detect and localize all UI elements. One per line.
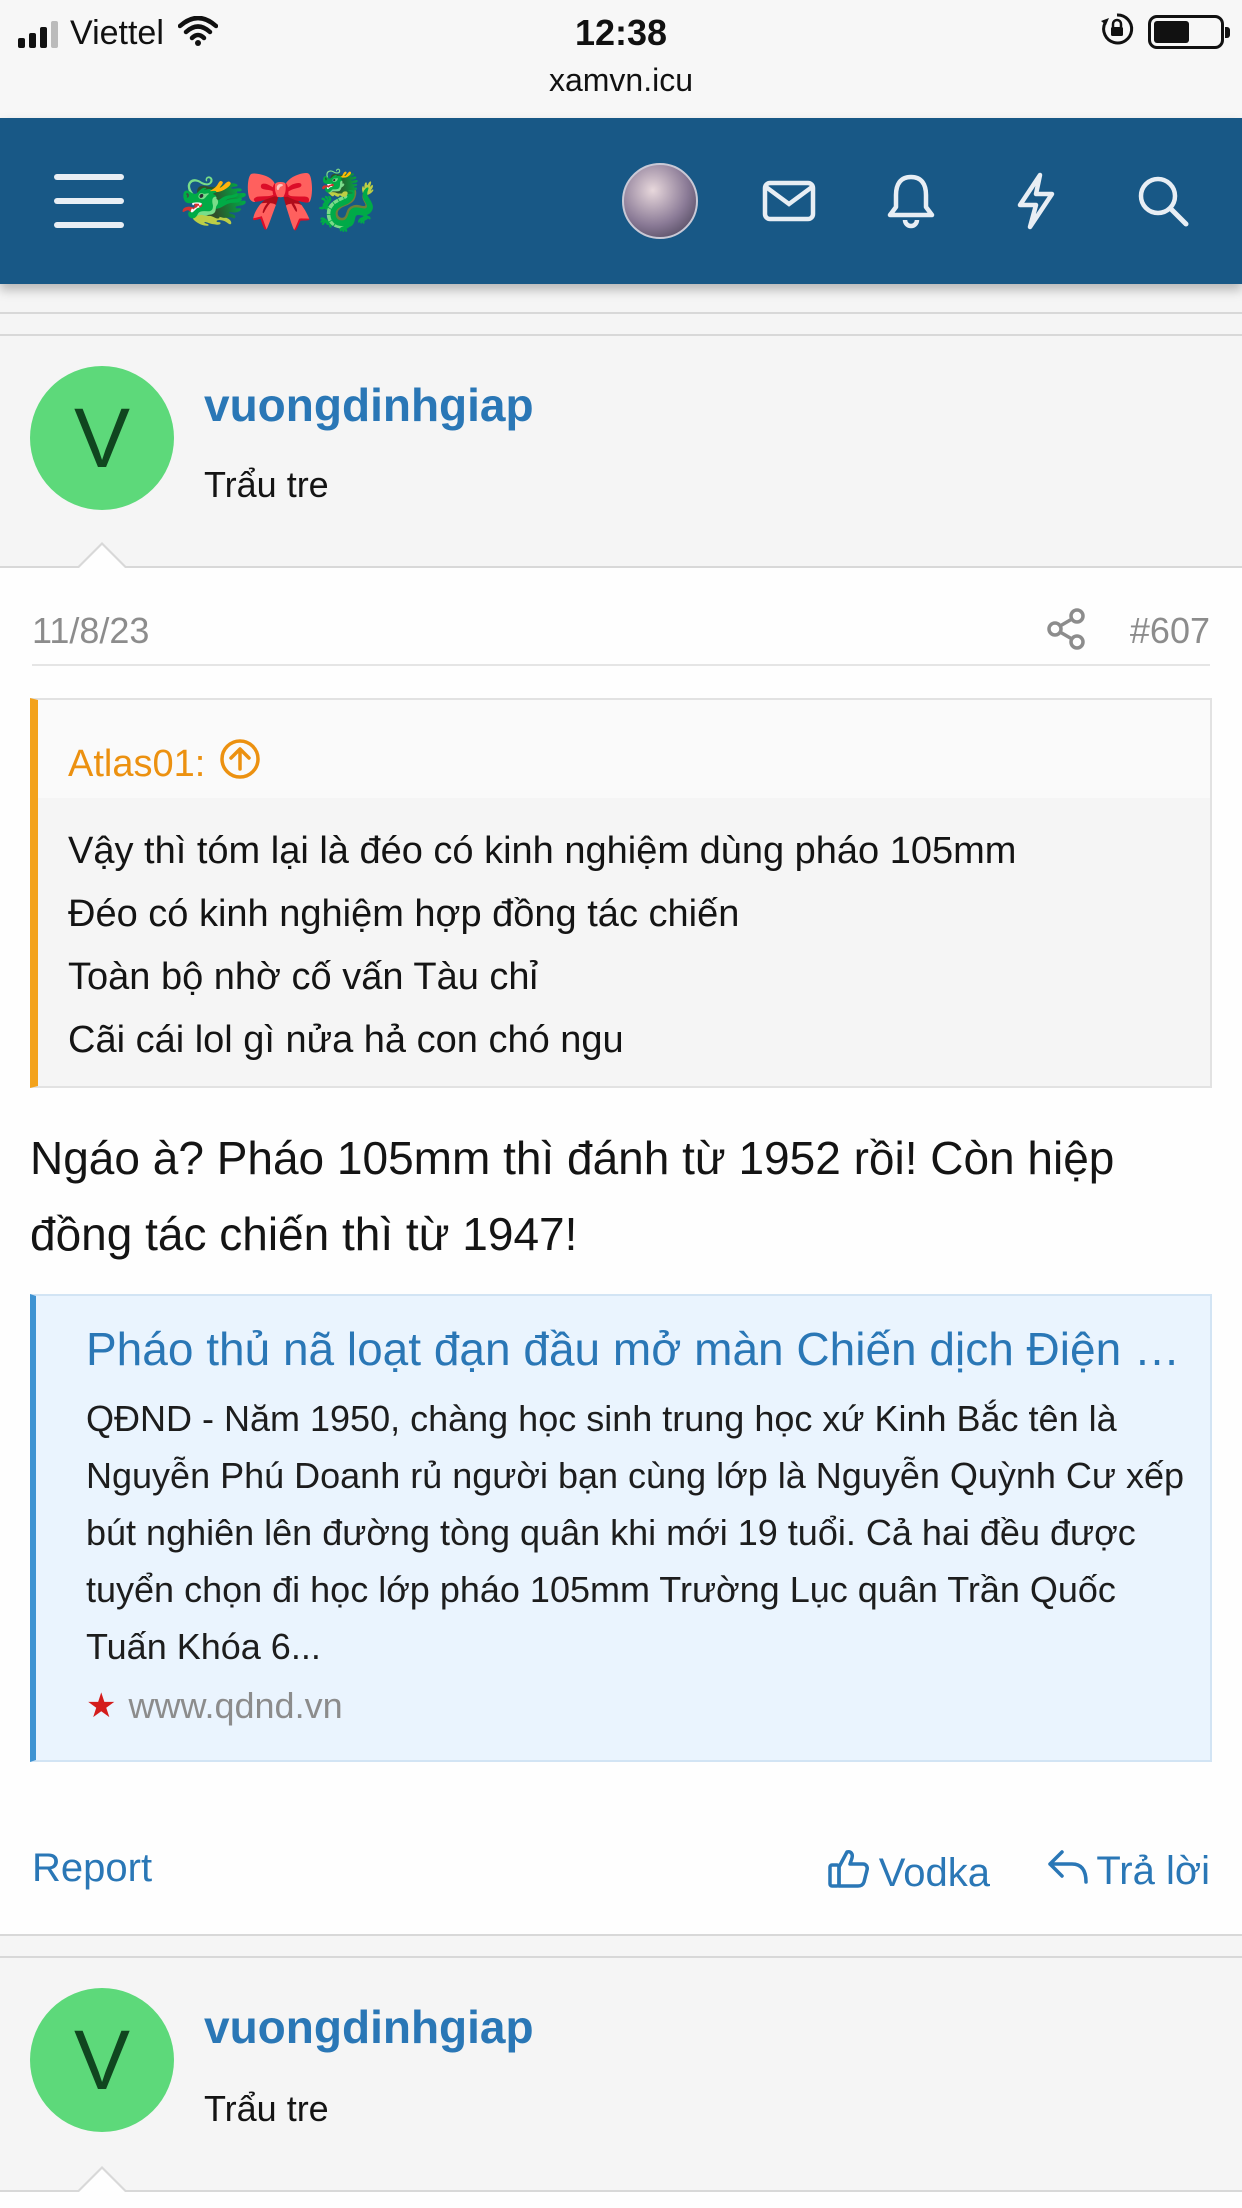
report-button[interactable]: Report: [32, 1846, 152, 1891]
post-body-edge: [0, 2166, 1242, 2208]
favicon-star-icon: ★: [86, 1687, 117, 1725]
quote-block: Atlas01: Vậy thì tóm lại là đéo có kinh …: [30, 698, 1212, 1088]
share-icon[interactable]: [1046, 608, 1086, 655]
quote-header[interactable]: Atlas01:: [38, 700, 1210, 798]
username-link[interactable]: vuongdinhgiap: [204, 378, 534, 432]
link-preview-description: QĐND - Năm 1950, chàng học sinh trung họ…: [86, 1398, 1185, 1667]
avatar[interactable]: V: [30, 1988, 174, 2132]
link-preview-domain[interactable]: www.qdnd.vn: [128, 1685, 342, 1727]
post-date[interactable]: 11/8/23: [32, 610, 149, 652]
search-icon[interactable]: [1136, 174, 1190, 228]
battery-icon: [1148, 14, 1230, 49]
link-preview-card[interactable]: Pháo thủ nã loạt đạn đầu mở màn Chiến dị…: [30, 1294, 1212, 1762]
menu-icon[interactable]: [54, 172, 124, 230]
status-right: [1100, 12, 1230, 51]
arrow-up-circle-icon[interactable]: [219, 738, 261, 790]
quote-line: Toàn bộ nhờ cố vấn Tàu chỉ: [68, 956, 538, 998]
lightning-icon[interactable]: [1014, 172, 1058, 230]
avatar[interactable]: V: [30, 366, 174, 510]
post-user-header: V vuongdinhgiap Trẩu tre: [0, 336, 1242, 566]
post-user-header: V vuongdinhgiap Trẩu tre: [0, 1958, 1242, 2208]
quote-content: Vậy thì tóm lại là đéo có kinh nghiệm dù…: [38, 798, 1210, 1094]
like-label[interactable]: Vodka: [879, 1851, 990, 1896]
quote-author[interactable]: Atlas01:: [68, 743, 205, 786]
orientation-lock-icon: [1100, 12, 1134, 51]
thumbs-up-icon: [827, 1846, 871, 1900]
user-avatar[interactable]: [622, 163, 698, 239]
reply-arrow-icon: [1046, 1846, 1090, 1896]
address-bar-url[interactable]: xamvn.icu: [0, 62, 1242, 99]
post-number[interactable]: #607: [1130, 610, 1210, 652]
post-actions: Report Vodka Trả lời: [32, 1838, 1210, 1898]
quote-line: Cãi cái lol gì nửa hả con chó ngu: [68, 1019, 624, 1061]
post-text: Ngáo à? Pháo 105mm thì đánh từ 1952 rồi!…: [30, 1132, 1115, 1260]
link-preview-site[interactable]: ★ www.qdnd.vn: [86, 1685, 1190, 1727]
reply-button[interactable]: Trả lời: [1046, 1846, 1210, 1896]
status-bar: Viettel 12:38 xamvn.icu: [0, 0, 1242, 118]
speech-arrow: [76, 542, 128, 569]
top-navigation: 🐲🎀🐉: [0, 118, 1242, 284]
post-body: 11/8/23 #607 Atlas01: Vậy thì tóm lại là…: [0, 542, 1242, 1936]
link-preview-title[interactable]: Pháo thủ nã loạt đạn đầu mở màn Chiến dị…: [86, 1314, 1196, 1384]
username-link[interactable]: vuongdinhgiap: [204, 2000, 534, 2054]
mail-icon[interactable]: [762, 180, 816, 222]
quote-line: Vậy thì tóm lại là đéo có kinh nghiệm dù…: [68, 830, 1017, 872]
like-button[interactable]: Vodka: [827, 1846, 990, 1900]
avatar[interactable]: [622, 163, 698, 239]
divider: [0, 312, 1242, 314]
site-logo[interactable]: 🐲🎀🐉: [178, 167, 383, 235]
speech-arrow: [76, 2166, 128, 2193]
clock: 12:38: [574, 12, 668, 53]
user-title: Trẩu tre: [204, 2088, 329, 2129]
reply-label[interactable]: Trả lời: [1096, 1849, 1210, 1894]
post-meta: 11/8/23 #607: [32, 604, 1210, 666]
user-title: Trẩu tre: [204, 464, 329, 505]
bell-icon[interactable]: [886, 173, 936, 229]
quote-line: Đéo có kinh nghiệm hợp đồng tác chiến: [68, 893, 740, 935]
